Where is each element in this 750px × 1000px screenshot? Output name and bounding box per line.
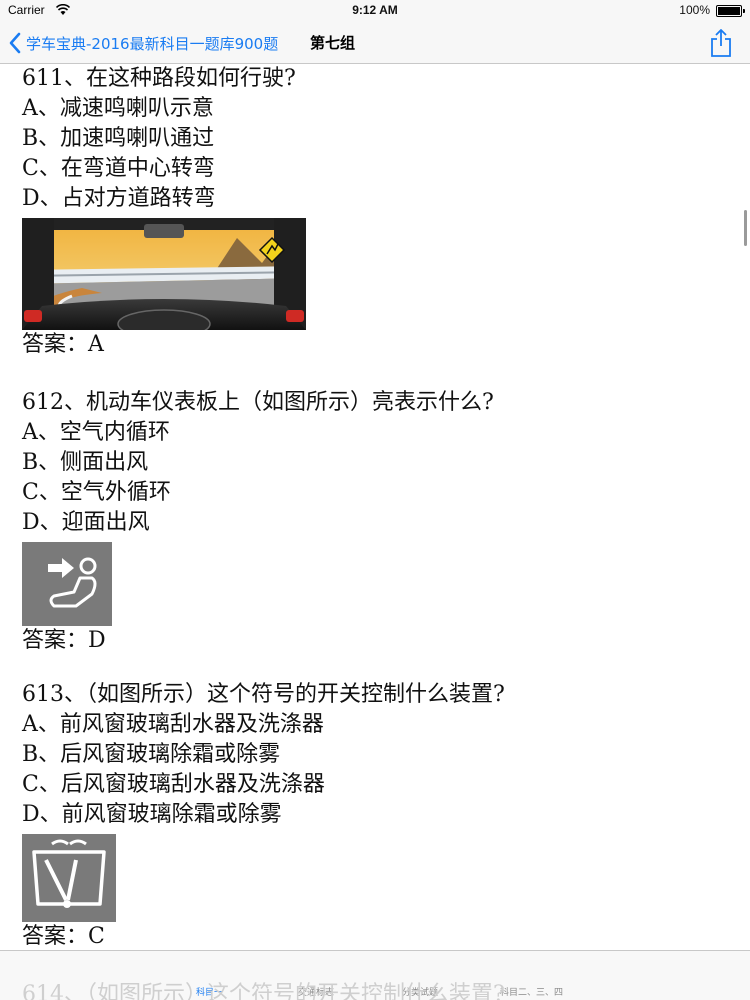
option-d: D、占对方道路转弯	[22, 186, 216, 211]
option-b: B、加速鸣喇叭通过	[22, 126, 215, 151]
battery-percent: 100%	[679, 3, 710, 17]
scroll-indicator[interactable]	[744, 210, 747, 246]
nav-bar: 学车宝典-2016最新科目一题库900题 第七组	[0, 22, 750, 64]
option-d: D、迎面出风	[22, 510, 150, 535]
question-title: 613、（如图所示）这个符号的开关控制什么装置?	[22, 682, 505, 707]
clock: 9:12 AM	[352, 3, 398, 17]
option-c: C、后风窗玻璃刮水器及洗涤器	[22, 772, 325, 797]
question-list[interactable]: 611、在这种路段如何行驶? A、减速鸣喇叭示意 B、加速鸣喇叭通过 C、在弯道…	[0, 64, 750, 950]
answer-label: 答案：D	[22, 628, 106, 653]
curved-road-photo	[22, 218, 306, 330]
chevron-left-icon	[9, 32, 21, 54]
option-b: B、侧面出风	[22, 450, 149, 475]
option-c: C、空气外循环	[22, 480, 171, 505]
face-vent-icon	[22, 542, 112, 626]
option-c: C、在弯道中心转弯	[22, 156, 215, 181]
status-bar: Carrier 9:12 AM 100%	[0, 0, 750, 22]
battery-icon	[716, 5, 745, 17]
answer-label: 答案：A	[22, 332, 104, 357]
question-title: 611、在这种路段如何行驶?	[22, 66, 296, 91]
answer-label: 答案：C	[22, 924, 105, 949]
next-question-preview: 614、（如图所示）这个符号的开关控制什么装置?	[22, 982, 505, 1000]
option-a: A、空气内循环	[22, 420, 170, 445]
windshield-wiper-icon	[22, 834, 116, 922]
page-title: 第七组	[310, 34, 356, 52]
back-button[interactable]: 学车宝典-2016最新科目一题库900题	[8, 28, 278, 58]
question-title: 612、机动车仪表板上（如图所示）亮表示什么?	[22, 390, 494, 415]
tab-subjects-two-three-four[interactable]: 科目二、三、四	[500, 985, 563, 998]
question-612: 612、机动车仪表板上（如图所示）亮表示什么? A、空气内循环 B、侧面出风 C…	[22, 388, 494, 656]
option-a: A、前风窗玻璃刮水器及洗涤器	[22, 712, 324, 737]
back-button-label: 学车宝典-2016最新科目一题库900题	[26, 34, 279, 53]
share-icon[interactable]	[708, 28, 734, 58]
question-613: 613、（如图所示）这个符号的开关控制什么装置? A、前风窗玻璃刮水器及洗涤器 …	[22, 680, 505, 950]
option-a: A、减速鸣喇叭示意	[22, 96, 214, 121]
question-611: 611、在这种路段如何行驶? A、减速鸣喇叭示意 B、加速鸣喇叭通过 C、在弯道…	[22, 64, 306, 360]
option-d: D、前风窗玻璃除霜或除雾	[22, 802, 282, 827]
option-b: B、后风窗玻璃除霜或除雾	[22, 742, 281, 767]
